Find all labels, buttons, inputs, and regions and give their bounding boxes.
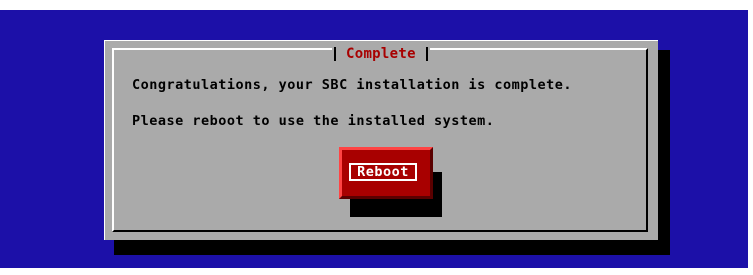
message-line-2: Please reboot to use the installed syste… — [132, 113, 495, 129]
reboot-button[interactable]: Reboot — [339, 147, 433, 199]
dialog-frame: Complete Congratulations, your SBC insta… — [112, 46, 648, 232]
reboot-button-label: Reboot — [349, 163, 417, 181]
top-strip — [0, 0, 753, 10]
dialog-title: Complete — [346, 46, 416, 62]
complete-dialog: Complete Congratulations, your SBC insta… — [104, 40, 658, 240]
message-line-1: Congratulations, your SBC installation i… — [132, 77, 573, 93]
title-right-bracket — [425, 47, 428, 61]
dialog-title-container: Complete — [332, 46, 430, 62]
